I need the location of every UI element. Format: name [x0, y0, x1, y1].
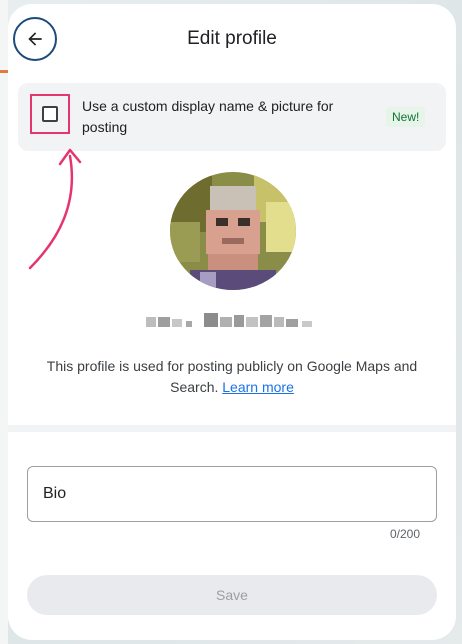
bio-character-counter: 0/200 [389, 527, 420, 541]
annotation-arrow [28, 148, 82, 270]
custom-display-option[interactable]: Use a custom display name & picture for … [18, 83, 446, 151]
bio-input[interactable]: Bio [27, 466, 437, 522]
map-edge [0, 0, 8, 644]
learn-more-link[interactable]: Learn more [222, 379, 294, 395]
section-divider [8, 425, 456, 432]
profile-info-text: This profile is used for posting publicl… [32, 356, 432, 398]
new-badge: New! [386, 107, 426, 127]
avatar-image [170, 172, 296, 290]
edit-profile-dialog: Edit profile Use a custom display name &… [8, 4, 456, 640]
display-name-redacted [146, 309, 318, 331]
save-button[interactable]: Save [27, 575, 437, 615]
page-title: Edit profile [187, 28, 277, 49]
custom-display-label: Use a custom display name & picture for … [82, 98, 334, 135]
map-accent-line [0, 70, 8, 73]
dialog-header: Edit profile [8, 4, 456, 76]
custom-display-checkbox[interactable] [42, 106, 58, 122]
avatar [170, 172, 296, 290]
